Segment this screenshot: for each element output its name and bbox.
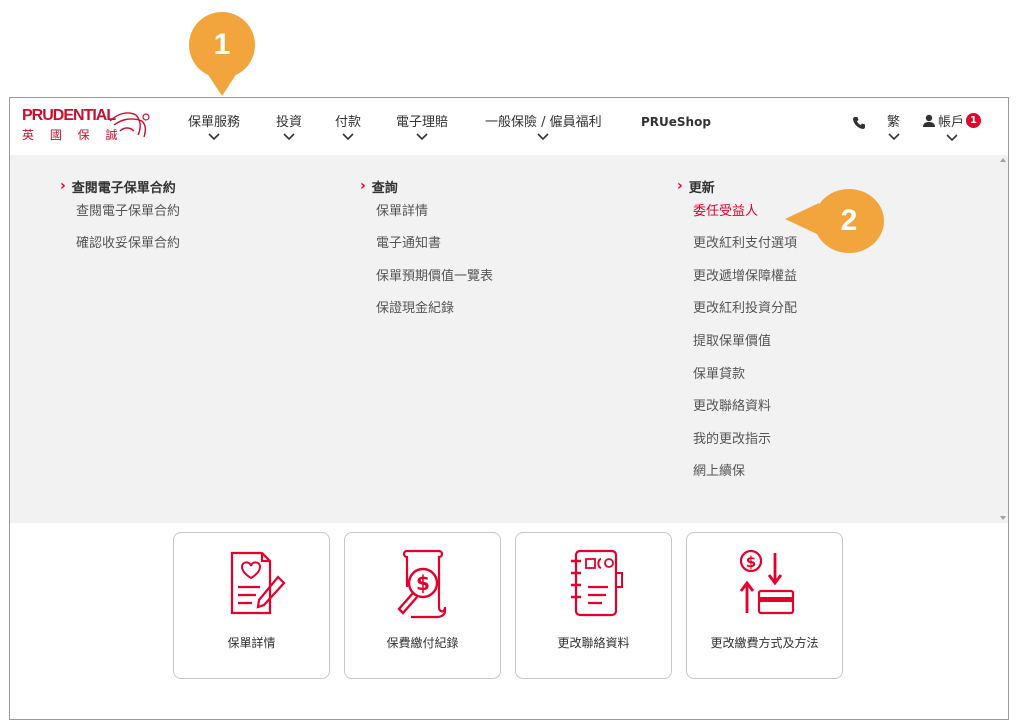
menu-heading-update[interactable]: › 更新 (677, 177, 797, 196)
menu-link-view-econtract[interactable]: 查閱電子保單合約 (60, 202, 180, 228)
step-1-callout: 1 (189, 12, 255, 78)
menu-link-policy-loan[interactable]: 保單貸款 (677, 365, 797, 391)
prudential-logo[interactable]: PRUDENTIAL 英 國 保 誠 (22, 107, 152, 147)
menu-scrollbar[interactable] (998, 155, 1008, 523)
nav-general-insurance[interactable]: 一般保險 / 僱員福利 (485, 111, 602, 141)
step-2-callout: 2 (814, 189, 884, 253)
nav-e-claims[interactable]: 電子理賠 (396, 111, 448, 141)
tile-change-payment-method[interactable]: $ 更改繳費方式及方法 (686, 532, 843, 679)
scroll-up-arrow-icon[interactable] (1000, 158, 1006, 162)
step-1-callout-pointer (205, 70, 239, 96)
account-menu[interactable]: 帳戶 1 (922, 111, 982, 142)
menu-link-dividend-option[interactable]: 更改紅利支付選項 (677, 234, 797, 260)
menu-column-econtract: › 查閱電子保單合約 查閱電子保單合約 確認收妥保單合約 (60, 177, 180, 260)
menu-heading-view-econtract[interactable]: › 查閱電子保單合約 (60, 177, 180, 196)
chevron-down-icon (945, 134, 958, 142)
chevron-right-icon: › (60, 178, 66, 194)
tile-label: 保單詳情 (227, 636, 276, 650)
tile-change-contact-details[interactable]: 更改聯絡資料 (515, 532, 672, 679)
tile-label: 更改繳費方式及方法 (710, 636, 819, 650)
tile-premium-payment-record[interactable]: $ 保費繳付紀錄 (344, 532, 501, 679)
menu-link-online-renewal[interactable]: 網上續保 (677, 462, 797, 488)
menu-heading-enquiry[interactable]: › 查詢 (360, 177, 493, 196)
policy-document-pen-icon (230, 551, 286, 615)
menu-link-projected-value[interactable]: 保單預期價值一覽表 (360, 267, 493, 293)
nav-prueshop[interactable]: PRUeShop (641, 115, 711, 129)
menu-column-update: › 更新 委任受益人 更改紅利支付選項 更改遞增保障權益 更改紅利投資分配 提取… (677, 177, 797, 488)
language-switch[interactable]: 繁 (887, 111, 900, 141)
chevron-down-icon (416, 133, 428, 141)
contact-notebook-icon (571, 549, 623, 617)
svg-text:$: $ (746, 553, 756, 571)
top-navigation: PRUDENTIAL 英 國 保 誠 保單服務 投資 付款 電子理賠 一般保險 … (10, 98, 1008, 155)
user-icon (923, 114, 935, 127)
prudence-figure-icon (109, 112, 150, 138)
menu-link-increasing-benefit[interactable]: 更改遞增保障權益 (677, 267, 797, 293)
notification-badge: 1 (966, 113, 982, 128)
chevron-down-icon (887, 133, 900, 141)
menu-link-guaranteed-cash[interactable]: 保證現金紀錄 (360, 299, 493, 325)
menu-link-confirm-receipt[interactable]: 確認收妥保單合約 (60, 234, 180, 260)
menu-link-policy-details[interactable]: 保單詳情 (360, 202, 493, 228)
step-2-callout-pointer (785, 203, 819, 235)
svg-text:$: $ (416, 571, 430, 595)
nav-payment[interactable]: 付款 (335, 111, 361, 141)
tile-label: 保費繳付紀錄 (386, 636, 459, 650)
menu-link-my-instructions[interactable]: 我的更改指示 (677, 430, 797, 456)
menu-link-contact-details[interactable]: 更改聯絡資料 (677, 397, 797, 423)
payment-method-card-icon: $ (739, 549, 795, 615)
scroll-down-arrow-icon[interactable] (1000, 516, 1006, 520)
chevron-down-icon (537, 133, 549, 141)
menu-column-enquiry: › 查詢 保單詳情 電子通知書 保單預期價值一覽表 保證現金紀錄 (360, 177, 493, 325)
menu-link-appoint-beneficiary[interactable]: 委任受益人 (677, 202, 797, 228)
chevron-right-icon: › (677, 178, 683, 194)
nav-investment[interactable]: 投資 (276, 111, 302, 141)
menu-link-dividend-allocation[interactable]: 更改紅利投資分配 (677, 299, 797, 325)
tile-label: 更改聯絡資料 (557, 636, 630, 650)
payment-record-magnifier-icon: $ (397, 549, 447, 619)
menu-link-withdraw-value[interactable]: 提取保單價值 (677, 332, 797, 358)
phone-icon[interactable] (852, 116, 866, 130)
chevron-right-icon: › (360, 178, 366, 194)
nav-policy-services[interactable]: 保單服務 (188, 111, 240, 141)
chevron-down-icon (283, 133, 295, 141)
chevron-down-icon (208, 133, 220, 141)
menu-link-e-notices[interactable]: 電子通知書 (360, 234, 493, 260)
chevron-down-icon (342, 133, 354, 141)
tile-policy-details[interactable]: 保單詳情 (173, 532, 330, 679)
